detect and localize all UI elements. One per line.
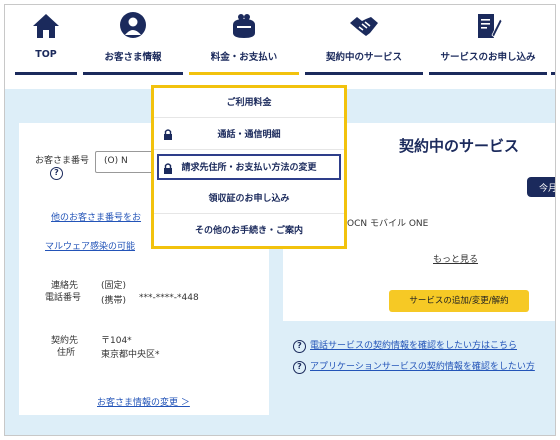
contact-label-line2: 電話番号 bbox=[45, 293, 82, 303]
nav-top-label: TOP bbox=[35, 49, 57, 60]
dropdown-item-usage-fees[interactable]: ご利用料金 bbox=[154, 88, 344, 118]
help-icon: ? bbox=[293, 340, 306, 353]
other-customer-number-link[interactable]: 他のお客さま番号をお bbox=[51, 210, 141, 223]
wallet-icon bbox=[233, 14, 255, 38]
mobile-phone-value: ***-****-*448 bbox=[139, 293, 199, 303]
handshake-icon bbox=[350, 17, 378, 36]
nav-billing[interactable]: 料金・お支払い bbox=[189, 11, 299, 75]
screenshot-frame: TOP お客さま情報 料金・お支払い 契約中のサービス サービスのお申し込み お… bbox=[4, 4, 556, 436]
lock-icon bbox=[164, 163, 172, 174]
dropdown-item-label: その他のお手続き・ご案内 bbox=[194, 226, 303, 236]
home-icon bbox=[33, 14, 59, 38]
dropdown-item-label: 通話・通信明細 bbox=[217, 130, 281, 140]
nav-billing-label: 料金・お支払い bbox=[210, 52, 278, 63]
nav-billing-underline bbox=[189, 72, 299, 75]
nav-customer-info-underline bbox=[83, 72, 183, 75]
nav-contracted-services[interactable]: 契約中のサービス bbox=[305, 11, 423, 75]
customer-number-field[interactable]: (O) N bbox=[95, 151, 155, 173]
dropdown-item-label: 領収証のお申し込み bbox=[208, 194, 290, 204]
nav-customer-info[interactable]: お客さま情報 bbox=[83, 11, 183, 75]
help-icon[interactable]: ? bbox=[50, 167, 63, 180]
nav-service-application[interactable]: サービスのお申し込み bbox=[429, 11, 547, 75]
service-change-button[interactable]: サービスの追加/変更/解約 bbox=[389, 290, 529, 312]
month-tab[interactable]: 今月 bbox=[527, 177, 555, 197]
billing-dropdown-menu: ご利用料金 通話・通信明細 請求先住所・お支払い方法の変更 領収証のお申し込み … bbox=[151, 85, 347, 249]
customer-info-change-link[interactable]: お客さま情報の変更 ＞ bbox=[97, 395, 190, 408]
customer-number-label: お客さま番号 bbox=[35, 156, 90, 166]
form-pen-icon bbox=[478, 14, 503, 38]
fixed-phone-label: (固定) bbox=[101, 281, 127, 291]
nav-customer-info-label: お客さま情報 bbox=[104, 52, 162, 63]
nav-service-application-underline bbox=[429, 72, 547, 75]
services-title: 契約中のサービス bbox=[399, 137, 520, 155]
dropdown-item-call-details[interactable]: 通話・通信明細 bbox=[154, 120, 344, 150]
postal-code: 〒104* bbox=[101, 336, 132, 346]
help-icon: ? bbox=[293, 361, 306, 374]
nav-contracted-services-label: 契約中のサービス bbox=[325, 52, 402, 63]
nav-top[interactable]: TOP bbox=[15, 11, 77, 75]
dropdown-item-receipt-application[interactable]: 領収証のお申し込み bbox=[154, 184, 344, 214]
nav-top-underline bbox=[15, 72, 77, 75]
top-navigation: TOP お客さま情報 料金・お支払い 契約中のサービス サービスのお申し込み bbox=[5, 5, 555, 81]
dropdown-item-label: ご利用料金 bbox=[226, 98, 272, 108]
dropdown-item-billing-address-change[interactable]: 請求先住所・お支払い方法の変更 bbox=[157, 154, 341, 180]
malware-link[interactable]: マルウェア感染の可能 bbox=[45, 239, 135, 252]
dropdown-item-other-procedures[interactable]: その他のお手続き・ご案内 bbox=[154, 216, 344, 246]
mobile-phone-label: (携帯) bbox=[101, 296, 127, 306]
address-label-line2: 住所 bbox=[57, 348, 76, 358]
app-contract-info-link[interactable]: ? アプリケーションサービスの契約情報を確認をしたい方 bbox=[293, 359, 535, 374]
nav-contracted-services-underline bbox=[305, 72, 423, 75]
lock-icon bbox=[164, 129, 172, 140]
nav-overflow[interactable] bbox=[551, 11, 555, 75]
more-link[interactable]: もっと見る bbox=[433, 252, 478, 265]
dropdown-item-label: 請求先住所・お支払い方法の変更 bbox=[181, 163, 317, 173]
phone-contract-info-link[interactable]: ? 電話サービスの契約情報を確認をしたい方はこちら bbox=[293, 338, 517, 353]
nav-overflow-underline bbox=[551, 72, 555, 75]
service-name: OCN モバイル ONE bbox=[347, 219, 429, 229]
address-value: 東京都中央区* bbox=[101, 350, 160, 360]
person-icon bbox=[120, 12, 146, 38]
nav-service-application-label: サービスのお申し込み bbox=[440, 52, 536, 63]
